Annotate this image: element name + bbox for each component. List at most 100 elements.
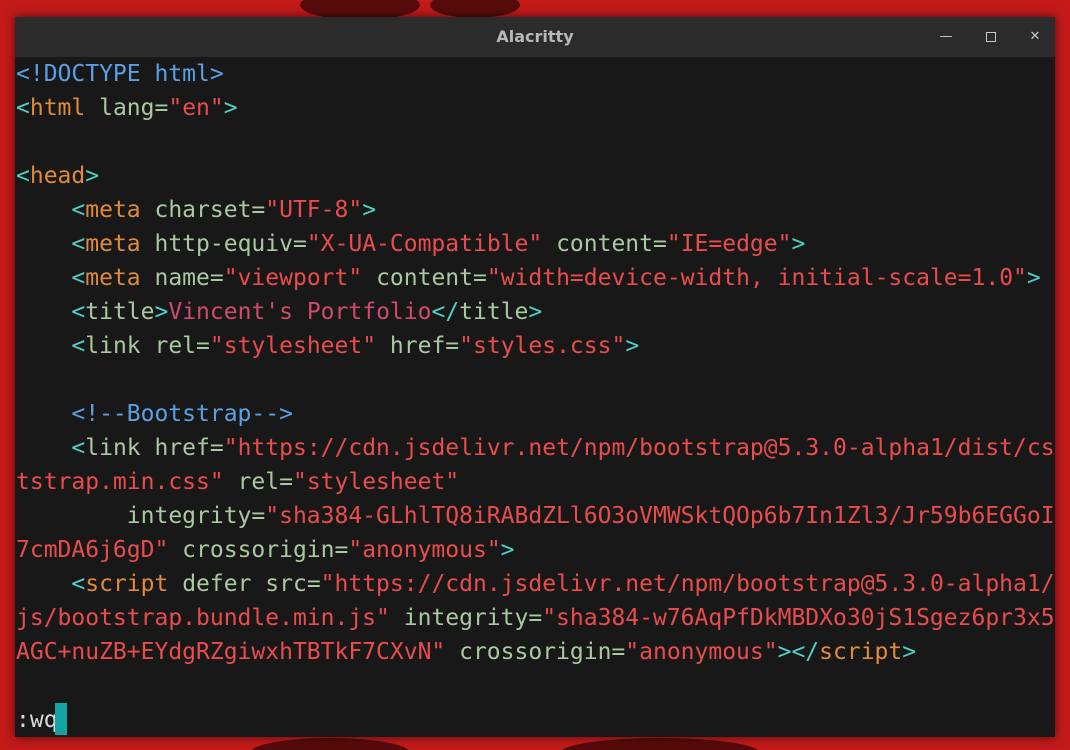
- code-token: </: [431, 299, 460, 325]
- code-token: >: [625, 333, 640, 359]
- code-token: href=: [140, 435, 224, 461]
- code-token: <: [16, 571, 86, 597]
- code-token: "https://cdn.jsdelivr.net/npm/bootstrap@…: [223, 435, 1055, 461]
- code-token: <: [16, 197, 86, 223]
- code-token: "anonymous": [348, 537, 501, 563]
- code-token: "UTF-8": [265, 197, 363, 223]
- code-token: "viewport": [223, 265, 363, 291]
- code-line: <meta http-equiv="X-UA-Compatible" conte…: [16, 227, 805, 261]
- code-token: js/bootstrap.bundle.min.js": [16, 605, 390, 631]
- code-line: <meta name="viewport" content="width=dev…: [16, 261, 1041, 295]
- code-token: link: [85, 435, 141, 461]
- code-token: http-equiv=: [140, 231, 307, 257]
- code-line: <head>: [16, 159, 99, 193]
- code-token: script: [819, 639, 903, 665]
- code-token: <: [16, 299, 86, 325]
- code-token: charset=: [140, 197, 266, 223]
- title-bar[interactable]: Alacritty — ✕: [15, 17, 1055, 57]
- code-token: <: [16, 231, 86, 257]
- code-token: "en": [168, 95, 224, 121]
- code-token: >: [791, 231, 806, 257]
- code-token: >: [1026, 265, 1041, 291]
- close-button[interactable]: ✕: [1025, 27, 1045, 47]
- code-line: AGC+nuZB+EYdgRZgiwxhTBTkF7CXvN" crossori…: [16, 635, 916, 669]
- code-token: "IE=edge": [666, 231, 792, 257]
- code-token: "sha384-GLhlTQ8iRABdZLl6O3oVMWSktQOp6b7I…: [265, 503, 1055, 529]
- code-line: <!--Bootstrap-->: [16, 397, 293, 431]
- terminal-window: Alacritty — ✕ <!DOCTYPE html> <html lang=…: [15, 17, 1055, 737]
- code-token: "sha384-w76AqPfDkMBDXo30jS1Sgez6pr3x5MlQ…: [542, 605, 1055, 631]
- wallpaper-silhouette: [560, 738, 760, 750]
- code-token: <: [16, 333, 86, 359]
- code-token: content=: [542, 231, 667, 257]
- code-token: "https://cdn.jsdelivr.net/npm/bootstrap@…: [320, 571, 1055, 597]
- code-token: tstrap.min.css": [16, 469, 224, 495]
- terminal-content[interactable]: <!DOCTYPE html> <html lang="en"> <head> <m…: [15, 57, 1055, 737]
- code-token: Vincent's Portfolio: [168, 299, 432, 325]
- minimize-icon: —: [939, 29, 953, 44]
- code-token: html: [29, 95, 86, 121]
- close-icon: ✕: [1029, 29, 1041, 44]
- code-token: <!--Bootstrap-->: [16, 401, 293, 427]
- code-line: js/bootstrap.bundle.min.js" integrity="s…: [16, 601, 1055, 635]
- code-token: "anonymous": [625, 639, 778, 665]
- code-line: <link href="https://cdn.jsdelivr.net/npm…: [16, 431, 1055, 465]
- wallpaper-silhouette: [430, 0, 520, 18]
- code-token: >: [902, 639, 917, 665]
- code-token: "stylesheet": [209, 333, 377, 359]
- code-token: integrity=: [389, 605, 543, 631]
- text-cursor: [55, 703, 67, 735]
- code-token: >: [500, 537, 515, 563]
- code-token: >: [85, 163, 100, 189]
- window-title: Alacritty: [496, 27, 574, 46]
- code-token: meta: [85, 197, 141, 223]
- code-token: crossorigin=: [445, 639, 626, 665]
- code-token: name=: [140, 265, 224, 291]
- code-token: link: [85, 333, 141, 359]
- maximize-icon: [986, 32, 996, 42]
- code-token: >: [223, 95, 238, 121]
- code-token: rel=: [223, 469, 293, 495]
- code-token: "width=device-width, initial-scale=1.0": [486, 265, 1027, 291]
- code-token: >: [154, 299, 169, 325]
- code-token: integrity=: [16, 503, 266, 529]
- code-token: <!DOCTYPE html>: [16, 61, 224, 87]
- code-token: title: [459, 299, 529, 325]
- code-token: script: [85, 571, 169, 597]
- code-token: AGC+nuZB+EYdgRZgiwxhTBTkF7CXvN": [16, 639, 446, 665]
- code-token: defer src=: [168, 571, 321, 597]
- code-token: ></: [777, 639, 820, 665]
- code-line: <html lang="en">: [16, 91, 238, 125]
- wallpaper-silhouette: [250, 738, 410, 750]
- code-token: meta: [85, 231, 141, 257]
- code-token: href=: [376, 333, 460, 359]
- code-token: content=: [362, 265, 487, 291]
- code-line: tstrap.min.css" rel="stylesheet": [16, 465, 459, 499]
- code-token: 7cmDA6j6gD": [16, 537, 169, 563]
- code-token: "X-UA-Compatible": [306, 231, 543, 257]
- maximize-button[interactable]: [981, 27, 1001, 47]
- code-token: <: [16, 163, 30, 189]
- code-token: <: [16, 95, 30, 121]
- code-token: >: [362, 197, 377, 223]
- code-line: <script defer src="https://cdn.jsdelivr.…: [16, 567, 1055, 601]
- code-token: crossorigin=: [168, 537, 349, 563]
- command-line[interactable]: :wq: [16, 703, 58, 737]
- minimize-button[interactable]: —: [936, 27, 956, 47]
- code-token: lang=: [85, 95, 169, 121]
- code-token: title: [85, 299, 155, 325]
- code-line: <title>Vincent's Portfolio</title>: [16, 295, 542, 329]
- code-line: integrity="sha384-GLhlTQ8iRABdZLl6O3oVMW…: [16, 499, 1055, 533]
- code-token: <: [16, 435, 86, 461]
- code-line: <meta charset="UTF-8">: [16, 193, 376, 227]
- code-token: rel=: [140, 333, 210, 359]
- code-token: "styles.css": [459, 333, 626, 359]
- code-token: <: [16, 265, 86, 291]
- code-line: 7cmDA6j6gD" crossorigin="anonymous">: [16, 533, 515, 567]
- code-line: <link rel="stylesheet" href="styles.css"…: [16, 329, 639, 363]
- code-line: <!DOCTYPE html>: [16, 57, 224, 91]
- code-token: >: [528, 299, 543, 325]
- code-token: head: [29, 163, 86, 189]
- code-token: "stylesheet": [292, 469, 460, 495]
- code-token: meta: [85, 265, 141, 291]
